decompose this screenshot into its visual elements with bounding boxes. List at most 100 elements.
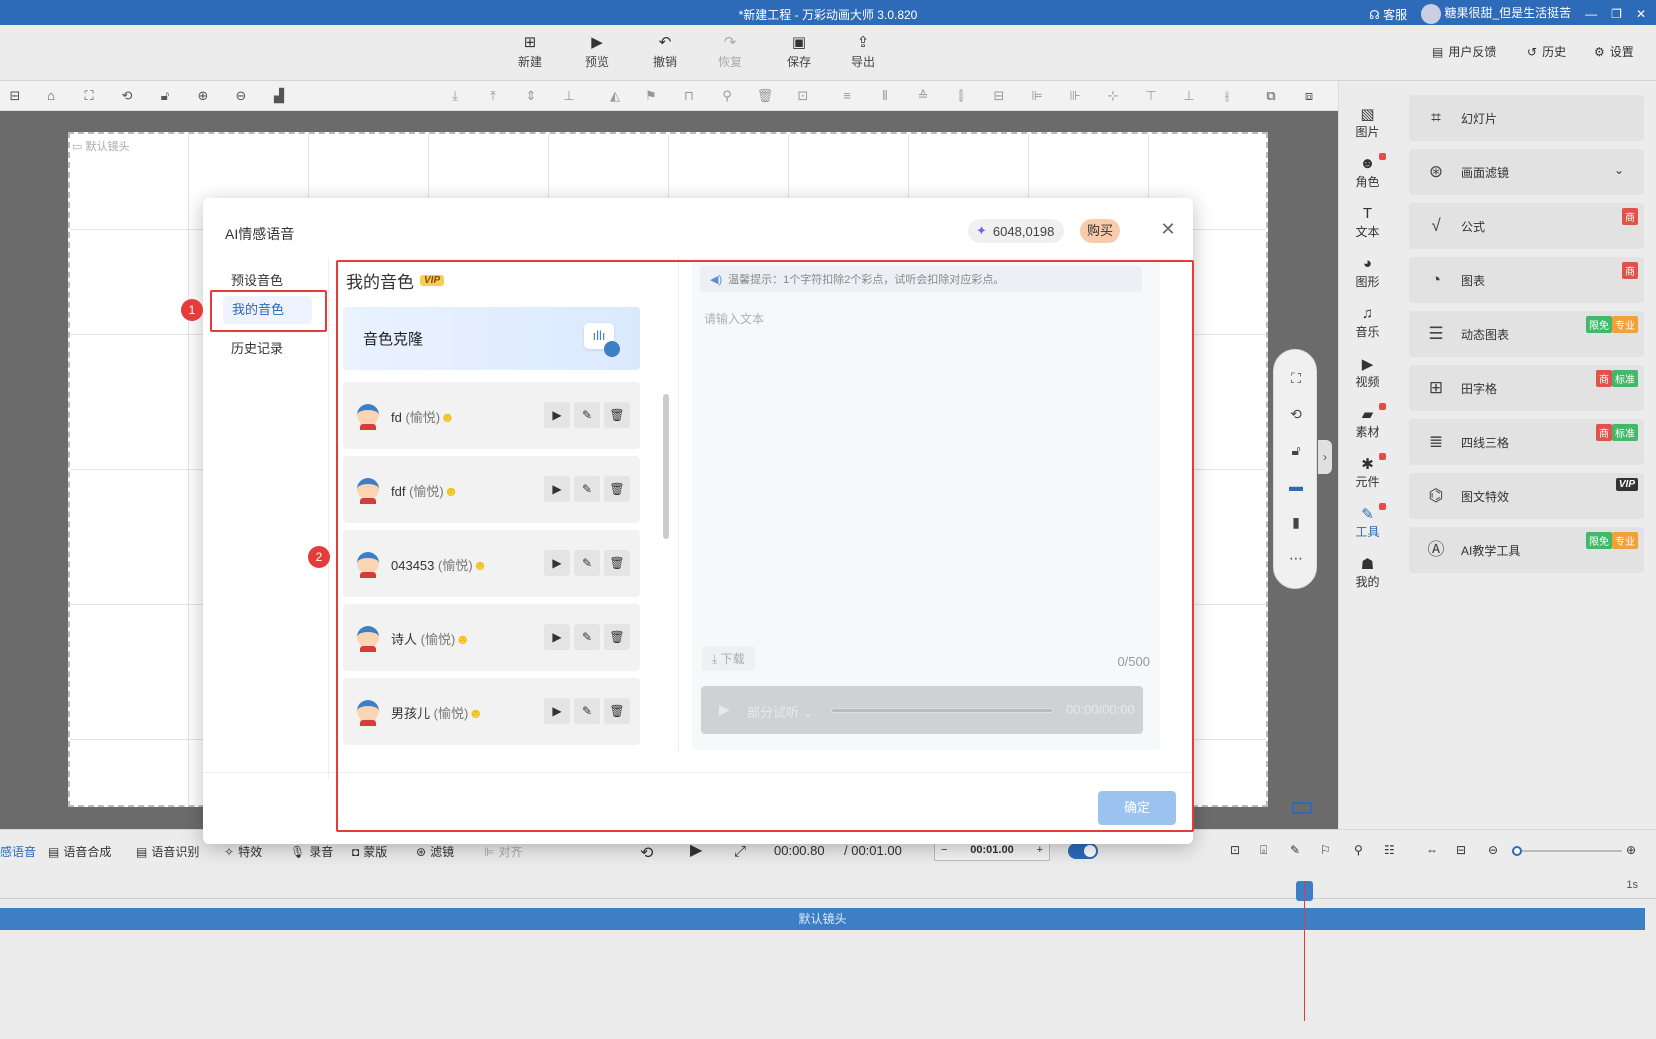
tab-tool[interactable]: ✎ 工具 [1339,503,1396,540]
lock-icon[interactable]: 🔓︎ [156,87,174,105]
close-icon[interactable]: ✕ [1157,218,1179,240]
maximize-button[interactable]: ❐ [1611,7,1622,21]
minus-icon[interactable]: − [941,844,947,856]
distribute-h-icon[interactable]: ⫴ [876,87,894,105]
tab-shape[interactable]: ◕ 图形 [1339,255,1396,290]
tab-mine[interactable]: ☗ 我的 [1339,555,1396,590]
screen-icon[interactable]: ▬ [1287,478,1305,496]
align-bottom-icon[interactable]: ⤓ [446,87,464,105]
tab-video[interactable]: ▶ 视频 [1339,355,1396,390]
tool-text-effect[interactable]: ⌬ 图文特效 VIP [1409,473,1644,519]
align-left-icon[interactable]: ⊫ [1028,87,1046,105]
home-icon[interactable]: ⌂ [42,87,60,105]
center-h-icon[interactable]: ⫲ [1218,87,1236,105]
lock-icon[interactable]: 🔓︎ [1287,442,1305,460]
collapse-panel-button[interactable]: › [1318,440,1332,474]
settings-button[interactable]: ⚙ 设置 [1594,43,1634,60]
tool-chart[interactable]: ◔ 图表商 [1409,257,1644,303]
flip-icon[interactable]: ◭ [606,87,624,105]
tool-slides[interactable]: ⌗ 幻灯片 [1409,95,1644,141]
paste-icon[interactable]: ⧈ [1300,87,1318,105]
feedback-button[interactable]: ▤ 用户反馈 [1432,43,1496,60]
service-link[interactable]: ☊ 客服 [1369,6,1407,23]
tool-ai-teaching[interactable]: Ⓐ AI教学工具 限免 专业 [1409,527,1644,573]
align-button[interactable]: ⊫ 对齐 [484,843,522,860]
tab-material[interactable]: ▰ 素材 [1339,403,1396,440]
effects-button[interactable]: ✧ 特效 [224,843,262,860]
speech-synthesis-button[interactable]: ▤ 语音合成 [48,843,111,860]
align-middle-icon[interactable]: ⇕ [522,87,540,105]
phone-icon[interactable]: ▮ [1287,514,1305,532]
rotate-icon[interactable]: ⟲ [1287,406,1305,424]
unlock-icon[interactable]: ⊓ [680,87,698,105]
top-edge-icon[interactable]: ⊤ [1142,87,1160,105]
more-icon[interactable]: ⋯ [1287,550,1305,568]
zoom-in-timeline-icon[interactable]: ⊕ [1626,843,1636,857]
tab-text[interactable]: T 文本 [1339,205,1396,240]
minimize-button[interactable]: — [1585,7,1597,21]
ratio-icon[interactable]: ⊟ [1456,843,1466,857]
preview-button[interactable]: ▶ 预览 [572,33,622,70]
tab-image[interactable]: ▧ 图片 [1339,105,1396,140]
bottom-edge-icon[interactable]: ⊥ [1180,87,1198,105]
nav-history[interactable]: 历史记录 [231,338,283,357]
fit-screen-icon[interactable]: ⛶ [80,87,98,105]
zoom-in-icon[interactable]: ⊕ [194,87,212,105]
tool-filter[interactable]: ⊛ 画面滤镜 ⌄ [1409,149,1644,195]
user-profile[interactable]: 糖果很甜_但是生活挺苦 [1421,4,1571,24]
record-button[interactable]: 🎙︎ 录音 [290,843,333,860]
timeline[interactable]: 1s [0,871,1656,1039]
zoom-slider[interactable] [1512,846,1622,856]
crop-icon[interactable]: ▟ [270,87,288,105]
delete-icon[interactable]: 🗑︎ [756,87,774,105]
fit-width-icon[interactable]: ⇔ [1426,843,1438,857]
layers-icon[interactable]: ⊟ [6,87,24,105]
copy-icon[interactable]: ⧉ [1262,87,1280,105]
filter-button[interactable]: ⊛ 滤镜 [416,843,454,860]
align-center-h-icon[interactable]: ≡ [838,87,856,105]
camera-icon[interactable]: ⌻ [1260,843,1267,858]
align-top-icon[interactable]: ⤒ [484,87,502,105]
nav-preset-voices[interactable]: 预设音色 [231,270,283,289]
export-button[interactable]: ⇪ 导出 [838,33,888,70]
marker-icon[interactable]: ⚐ [1320,843,1331,857]
timeline-track[interactable]: 默认镜头 [0,908,1645,930]
funnel-icon[interactable]: ⚲ [1354,843,1363,857]
fullscreen-icon[interactable]: ⤢ [734,843,746,860]
history-button[interactable]: ↺ 历史 [1527,43,1566,60]
aspect-icon[interactable] [1292,802,1312,814]
flag-icon[interactable]: ⚑ [642,87,660,105]
group-icon[interactable]: ⊡ [794,87,812,105]
fit-icon[interactable]: ⛶ [1287,370,1305,388]
new-button[interactable]: ⊞ 新建 [505,33,555,70]
tool-four-lines[interactable]: ≣ 四线三格商标准 [1409,419,1644,465]
undo-button[interactable]: ↶ 撤销 [640,33,690,70]
save-button[interactable]: ▣ 保存 [774,33,824,70]
zoom-out-timeline-icon[interactable]: ⊖ [1488,843,1498,857]
center-v-icon[interactable]: ⊹ [1104,87,1122,105]
tab-music[interactable]: ♫ 音乐 [1339,305,1396,340]
redo-button[interactable]: ↷ 恢复 [705,33,755,70]
align-right-icon[interactable]: ⊪ [1066,87,1084,105]
rewind-icon[interactable]: ⟲ [640,843,653,863]
rotate-icon[interactable]: ⟲ [118,87,136,105]
toggle-switch[interactable] [1068,843,1098,859]
edit-icon[interactable]: ✎ [1290,843,1300,857]
tool-tianzige[interactable]: ⊞ 田字格商标准 [1409,365,1644,411]
distribute-icon[interactable]: ⊥ [560,87,578,105]
plus-icon[interactable]: + [1037,844,1043,856]
tab-component[interactable]: ✱ 元件 [1339,453,1396,490]
link-icon[interactable]: ⚲ [718,87,736,105]
sliders-icon[interactable]: ☷ [1384,843,1395,857]
buy-button[interactable]: 购买 [1080,219,1121,243]
tab-character[interactable]: ☻ 角色 [1339,153,1396,190]
stack-icon[interactable]: ≙ [914,87,932,105]
fit-timeline-icon[interactable]: ⊡ [1230,843,1240,857]
space-h-icon[interactable]: ⫿ [952,87,970,105]
emotion-voice-tab[interactable]: 感语音 [0,843,36,860]
close-window-button[interactable]: ✕ [1636,7,1646,21]
space-v-icon[interactable]: ⊟ [990,87,1008,105]
tool-dynamic-chart[interactable]: ☰ 动态图表 限免 专业 [1409,311,1644,357]
tool-formula[interactable]: √ 公式商 [1409,203,1644,249]
speech-recognition-button[interactable]: ▤ 语音识别 [136,843,199,860]
